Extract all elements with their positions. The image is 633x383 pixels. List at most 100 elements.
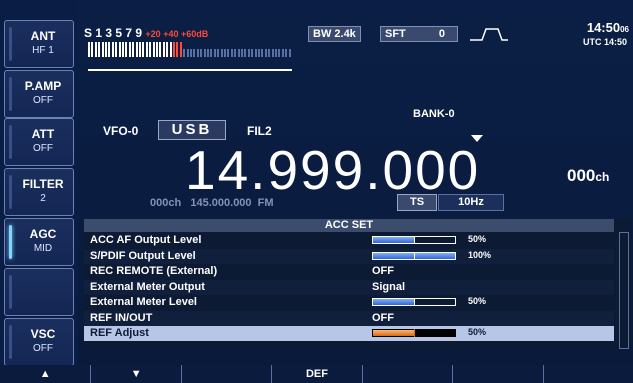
meter-segment <box>234 49 237 57</box>
meter-segment <box>118 42 121 57</box>
sub-mode: FM <box>257 197 274 209</box>
up-arrow-icon: ▲ <box>39 368 51 380</box>
blank-function-key[interactable] <box>452 365 542 383</box>
soft-key-column: ANT HF 1 P.AMP OFF ATT OFF FILTER 2 AGC MID V… <box>0 0 78 383</box>
meter-segment <box>135 42 138 57</box>
meter-segment <box>230 49 233 57</box>
down-arrow-key[interactable]: ▼ <box>90 365 180 383</box>
meter-segment <box>254 49 257 57</box>
s-meter-scale: S 1 3 5 7 9 +20 +40 +60dB <box>84 26 208 40</box>
ant-key-label: ANT <box>30 29 56 43</box>
active-indicator <box>9 225 12 259</box>
vsc-key-value: OFF <box>33 343 53 354</box>
ts-button[interactable]: TS <box>397 194 437 211</box>
clock-time: 14:50 <box>586 20 621 35</box>
meter-segment <box>190 49 192 57</box>
menu-row[interactable]: S/PDIF Output Level 100% <box>84 248 614 264</box>
up-arrow-key[interactable]: ▲ <box>0 365 90 383</box>
vsc-key-label: VSC <box>30 327 56 341</box>
meter-segment <box>101 42 104 57</box>
meter-segment <box>281 49 284 57</box>
meter-segment <box>183 49 186 57</box>
menu-row[interactable]: ACC AF Output Level 50% <box>84 233 614 248</box>
s-meter-ticks: 1 3 5 7 9 <box>95 26 143 40</box>
bw-badge: BW 2.4k <box>308 26 361 42</box>
meter-segment <box>288 49 291 57</box>
meter-segment <box>128 42 131 57</box>
meter-segment <box>152 42 155 57</box>
menu-row-value: OFF <box>372 265 394 277</box>
meter-segment <box>207 49 209 57</box>
blank-function-key[interactable] <box>361 365 452 383</box>
level-bar-center-mark <box>414 251 415 260</box>
meter-segment <box>196 49 199 57</box>
def-key[interactable]: DEF <box>271 365 361 383</box>
meter-segment <box>125 42 128 57</box>
acc-set-menu: ACC SET ACC AF Output Level 50% S/PDIF Out… <box>84 219 632 349</box>
menu-row-value: 50% <box>468 327 487 337</box>
blank-function-key[interactable] <box>542 365 633 383</box>
meter-segment <box>88 42 90 57</box>
meter-segment <box>220 49 223 57</box>
preamp-key-value: OFF <box>33 95 53 106</box>
meter-segment <box>247 49 250 57</box>
blank-function-key[interactable] <box>180 365 271 383</box>
menu-row[interactable]: REF Adjust 50% <box>84 326 614 341</box>
meter-segment <box>200 49 203 57</box>
function-key-bar: ▲ ▼ DEF <box>0 365 633 383</box>
level-bar <box>372 236 456 244</box>
agc-key[interactable]: AGC MID <box>4 218 74 266</box>
sft-value: 0 <box>438 28 445 40</box>
agc-key-label: AGC <box>29 227 57 241</box>
meter-segment <box>227 49 230 57</box>
filter-key-label: FILTER <box>22 177 64 191</box>
level-bar <box>372 298 456 306</box>
att-key[interactable]: ATT OFF <box>4 118 74 166</box>
level-bar <box>372 251 456 260</box>
meter-segment <box>169 42 172 57</box>
passband-icon <box>470 28 508 41</box>
preamp-key-label: P.AMP <box>24 79 62 93</box>
menu-row-label: REF IN/OUT <box>90 311 153 324</box>
s-meter-ticks-over: +20 +40 +60dB <box>145 29 209 39</box>
menu-row-label: External Meter Output <box>90 280 205 293</box>
ts-value: 10Hz <box>438 194 504 211</box>
meter-segment <box>244 49 247 57</box>
menu-row[interactable]: External Meter Output Signal <box>84 279 614 295</box>
ant-key[interactable]: ANT HF 1 <box>4 20 74 68</box>
meter-segment <box>193 49 196 57</box>
meter-segment <box>132 42 135 57</box>
sub-readout: 000ch 145.000.000 FM <box>150 197 274 209</box>
meter-segment <box>264 49 267 57</box>
s-meter-baseline <box>88 69 292 71</box>
bank-label: BANK-0 <box>413 108 455 120</box>
menu-row[interactable]: REF IN/OUT OFF <box>84 310 614 326</box>
memory-number: 000 <box>567 166 596 185</box>
att-key-value: OFF <box>33 143 53 154</box>
menu-row[interactable]: REC REMOTE (External) OFF <box>84 264 614 279</box>
vsc-key[interactable]: VSC OFF <box>4 318 74 366</box>
preamp-key[interactable]: P.AMP OFF <box>4 70 74 118</box>
menu-scrollbar[interactable] <box>619 232 629 349</box>
filter-key-value: 2 <box>40 193 46 204</box>
clock: 14:5006 <box>587 20 629 35</box>
utc-clock: UTC 14:50 <box>582 37 627 47</box>
agc-key-value: MID <box>33 243 53 254</box>
level-bar <box>372 329 456 337</box>
memory-unit: ch <box>595 170 610 184</box>
sft-label: SFT <box>385 28 406 40</box>
sft-badge: SFT 0 <box>380 26 458 42</box>
meter-segment <box>115 42 118 57</box>
blank-key[interactable] <box>4 268 74 316</box>
clock-seconds: 06 <box>620 25 629 34</box>
meter-segment <box>224 49 226 57</box>
meter-segment <box>268 49 271 57</box>
meter-segment <box>142 42 145 57</box>
meter-segment <box>173 42 175 57</box>
s-meter-label: S <box>84 26 93 40</box>
meter-segment <box>285 49 288 57</box>
meter-segment <box>258 49 260 57</box>
att-key-label: ATT <box>31 127 55 141</box>
menu-row[interactable]: External Meter Level 50% <box>84 295 614 310</box>
filter-key[interactable]: FILTER 2 <box>4 168 74 216</box>
